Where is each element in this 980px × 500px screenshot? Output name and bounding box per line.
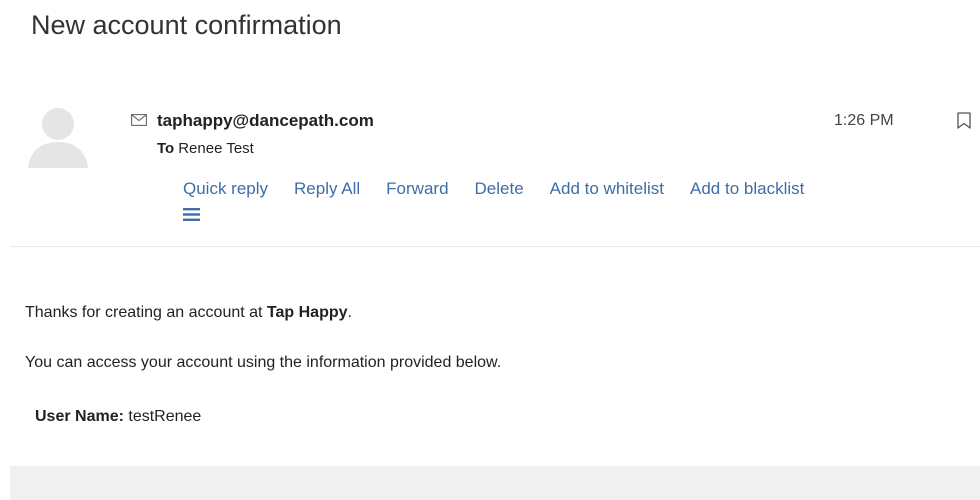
body-line-thanks: Thanks for creating an account at Tap Ha…: [25, 302, 352, 324]
reply-all-link[interactable]: Reply All: [294, 177, 360, 201]
delete-link[interactable]: Delete: [475, 177, 524, 201]
sender-address[interactable]: taphappy@dancepath.com: [157, 110, 374, 132]
header-divider: [10, 246, 980, 247]
username-value: testRenee: [128, 408, 202, 425]
brand-name: Tap Happy: [266, 304, 348, 321]
bookmark-icon[interactable]: [957, 112, 971, 129]
thanks-period: .: [347, 304, 352, 321]
body-line-username: User Name: testRenee: [35, 406, 201, 428]
email-view: New account confirmation taphappy@dancep…: [0, 0, 980, 500]
add-to-blacklist-link[interactable]: Add to blacklist: [690, 177, 804, 201]
username-label: User Name:: [35, 408, 124, 425]
thanks-text: Thanks for creating an account at: [25, 304, 267, 321]
body-line-access: You can access your account using the in…: [25, 354, 502, 371]
to-label: To: [157, 140, 175, 157]
quick-reply-link[interactable]: Quick reply: [183, 177, 268, 201]
message-actions: Quick reply Reply All Forward Delete Add…: [183, 177, 804, 201]
envelope-icon: [131, 113, 147, 126]
footer-band: [10, 466, 980, 500]
forward-link[interactable]: Forward: [386, 177, 448, 201]
menu-icon[interactable]: [183, 207, 200, 222]
message-time: 1:26 PM: [834, 112, 894, 129]
user-avatar-icon: [28, 102, 88, 168]
recipient-name[interactable]: Renee Test: [178, 140, 254, 157]
add-to-whitelist-link[interactable]: Add to whitelist: [550, 177, 664, 201]
recipient-line: To Renee Test: [157, 139, 254, 159]
email-subject: New account confirmation: [31, 10, 342, 40]
